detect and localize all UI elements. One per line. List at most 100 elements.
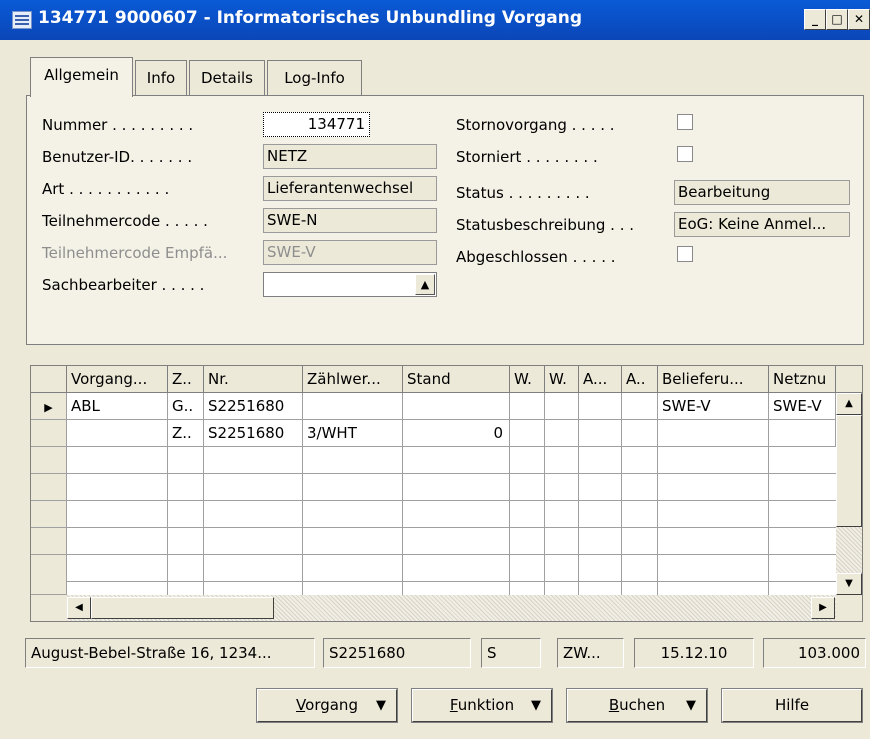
nummer-label: Nummer . . . . . . . . . bbox=[42, 116, 194, 134]
column-header[interactable]: A... bbox=[579, 366, 622, 393]
scroll-track[interactable] bbox=[836, 527, 862, 573]
stornovorgang-checkbox[interactable] bbox=[677, 114, 693, 130]
benutzer-id-label: Benutzer-ID. . . . . . . bbox=[42, 148, 193, 166]
arrow-down-icon: ▼ bbox=[845, 578, 853, 589]
teilnehmercode-empfaenger-label: Teilnehmercode Empfä... bbox=[42, 244, 228, 262]
window-title: 134771 9000607 - Informatorisches Unbund… bbox=[38, 8, 583, 28]
row-selector[interactable] bbox=[31, 528, 67, 555]
table-cell[interactable]: ABL bbox=[67, 393, 168, 420]
funktion-menu-button[interactable]: Funktion ▼ bbox=[411, 688, 553, 723]
column-header[interactable]: W. bbox=[510, 366, 545, 393]
scroll-down-button[interactable]: ▼ bbox=[836, 573, 862, 595]
table-icon bbox=[12, 11, 32, 29]
table-cell[interactable] bbox=[622, 393, 658, 420]
arrow-up-icon: ▲ bbox=[420, 278, 430, 291]
arrow-up-icon: ▲ bbox=[845, 398, 853, 409]
table-cell[interactable] bbox=[658, 420, 769, 447]
status-label: Status . . . . . . . . . bbox=[456, 184, 590, 202]
tab-allgemein[interactable]: Allgemein bbox=[30, 57, 133, 97]
status-address: August-Bebel-Straße 16, 1234... bbox=[25, 638, 315, 668]
statusbeschreibung-field[interactable]: EoG: Keine Anmel... bbox=[674, 212, 850, 237]
table-cell[interactable] bbox=[403, 393, 510, 420]
tab-log-info[interactable]: Log-Info bbox=[267, 60, 362, 96]
vorgang-menu-button[interactable]: Vorgang ▼ bbox=[256, 688, 398, 723]
status-number: S2251680 bbox=[323, 638, 471, 668]
table-cell[interactable]: SWE-V bbox=[769, 393, 836, 420]
table-cell[interactable] bbox=[510, 420, 545, 447]
nummer-field[interactable]: 134771 bbox=[263, 112, 370, 137]
column-header[interactable]: Belieferu... bbox=[658, 366, 769, 393]
storniert-checkbox[interactable] bbox=[677, 146, 693, 162]
table-cell[interactable] bbox=[579, 393, 622, 420]
column-header[interactable]: Vorgang... bbox=[67, 366, 168, 393]
column-header[interactable]: Netznu bbox=[769, 366, 836, 393]
button-label: Buchen bbox=[608, 696, 666, 714]
abgeschlossen-label: Abgeschlossen . . . . . bbox=[456, 248, 616, 266]
tab-label: Allgemein bbox=[44, 66, 119, 84]
column-header[interactable]: A.. bbox=[622, 366, 658, 393]
button-label: Vorgang bbox=[296, 696, 358, 714]
table-cell[interactable]: S2251680 bbox=[204, 420, 303, 447]
table-cell[interactable] bbox=[303, 393, 403, 420]
sachbearbeiter-field[interactable]: ▲ bbox=[263, 272, 437, 297]
status-type: ZW... bbox=[557, 638, 624, 668]
vertical-scrollbar[interactable]: ▲ ▼ bbox=[836, 393, 862, 595]
column-header[interactable]: Zählwer... bbox=[303, 366, 403, 393]
table-cell[interactable]: 3/WHT bbox=[303, 420, 403, 447]
dropdown-arrow-icon: ▼ bbox=[686, 698, 696, 713]
teilnehmercode-field[interactable]: SWE-N bbox=[263, 208, 437, 233]
lookup-button[interactable]: ▲ bbox=[415, 274, 435, 295]
h-scroll-thumb[interactable] bbox=[91, 597, 274, 619]
scroll-left-button[interactable]: ◀ bbox=[67, 597, 91, 619]
scroll-up-button[interactable]: ▲ bbox=[836, 393, 862, 415]
column-header[interactable]: Stand bbox=[403, 366, 510, 393]
row-selector[interactable] bbox=[31, 501, 67, 528]
row-selector[interactable]: ▶ bbox=[31, 393, 67, 420]
table-cell[interactable]: SWE-V bbox=[658, 393, 769, 420]
hilfe-button[interactable]: Hilfe bbox=[721, 688, 863, 723]
column-header[interactable]: W. bbox=[545, 366, 579, 393]
benutzer-id-field[interactable]: NETZ bbox=[263, 144, 437, 169]
tab-details[interactable]: Details bbox=[189, 60, 265, 96]
general-panel: Nummer . . . . . . . . . 134771 Benutzer… bbox=[26, 95, 864, 345]
status-field[interactable]: Bearbeitung bbox=[674, 180, 850, 205]
abgeschlossen-checkbox[interactable] bbox=[677, 246, 693, 262]
status-date: 15.12.10 bbox=[634, 638, 754, 668]
table-cell[interactable]: G.. bbox=[168, 393, 204, 420]
table-cell[interactable] bbox=[510, 393, 545, 420]
row-selector-header[interactable] bbox=[31, 366, 67, 393]
table-cell[interactable]: S2251680 bbox=[204, 393, 303, 420]
scroll-corner-left bbox=[31, 595, 68, 621]
table-cell[interactable] bbox=[622, 420, 658, 447]
row-selector[interactable] bbox=[31, 420, 67, 447]
table-cell[interactable] bbox=[67, 420, 168, 447]
tab-label: Info bbox=[146, 69, 176, 87]
buchen-menu-button[interactable]: Buchen ▼ bbox=[566, 688, 708, 723]
table-cell[interactable] bbox=[545, 393, 579, 420]
table-cell[interactable]: 0 bbox=[403, 420, 510, 447]
column-header[interactable]: Z.. bbox=[168, 366, 204, 393]
dropdown-arrow-icon: ▼ bbox=[376, 698, 386, 713]
tab-info[interactable]: Info bbox=[135, 60, 187, 96]
scroll-thumb[interactable] bbox=[836, 415, 862, 527]
lines-table: Vorgang... Z.. Nr. Zählwer... Stand W. W… bbox=[30, 365, 863, 622]
minimize-button[interactable]: _ bbox=[804, 9, 826, 30]
title-bar: 134771 9000607 - Informatorisches Unbund… bbox=[0, 0, 870, 40]
close-button[interactable]: ✕ bbox=[848, 9, 870, 30]
table-cell[interactable] bbox=[769, 420, 836, 447]
row-selector[interactable] bbox=[31, 474, 67, 501]
status-amount: 103.000 bbox=[763, 638, 866, 668]
table-cell[interactable] bbox=[545, 420, 579, 447]
row-selector[interactable] bbox=[31, 555, 67, 595]
maximize-button[interactable]: □ bbox=[826, 9, 848, 30]
row-selector[interactable] bbox=[31, 447, 67, 474]
art-field[interactable]: Lieferantenwechsel bbox=[263, 176, 437, 201]
horizontal-scrollbar[interactable]: ◀ ▶ bbox=[67, 595, 836, 621]
scroll-right-button[interactable]: ▶ bbox=[811, 597, 835, 619]
table-cell[interactable]: Z.. bbox=[168, 420, 204, 447]
table-cell[interactable] bbox=[579, 420, 622, 447]
teilnehmercode-empfaenger-field: SWE-V bbox=[263, 240, 437, 265]
column-header[interactable]: Nr. bbox=[204, 366, 303, 393]
art-label: Art . . . . . . . . . . . bbox=[42, 180, 170, 198]
current-row-icon: ▶ bbox=[44, 401, 53, 414]
